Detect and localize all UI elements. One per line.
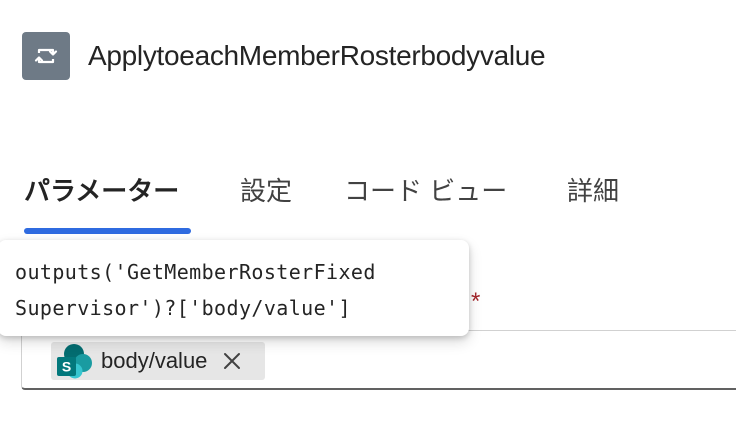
sharepoint-icon: S [55, 342, 93, 380]
tab-list: パラメーター 設定 コード ビュー 詳細 [0, 168, 736, 236]
tab-details[interactable]: 詳細 [567, 168, 619, 214]
tab-settings[interactable]: 設定 [240, 168, 292, 214]
tooltip-line: outputs('GetMemberRosterFixed [15, 260, 376, 284]
token-expression-tooltip: outputs('GetMemberRosterFixed Supervisor… [0, 240, 469, 336]
action-detail-panel: ApplytoeachMemberRosterbodyvalue パラメーター … [0, 0, 736, 436]
active-tab-indicator [24, 228, 191, 234]
action-title[interactable]: ApplytoeachMemberRosterbodyvalue [88, 38, 546, 74]
close-icon[interactable] [221, 350, 243, 372]
loop-icon [22, 32, 70, 80]
tab-parameters[interactable]: パラメーター [24, 168, 179, 214]
required-marker: * [471, 288, 481, 315]
items-input-field[interactable]: S body/value [21, 330, 736, 390]
tooltip-line: Supervisor')?['body/value'] [15, 296, 351, 320]
dynamic-content-token[interactable]: S body/value [51, 342, 265, 380]
tab-code-view[interactable]: コード ビュー [344, 168, 507, 214]
svg-text:S: S [62, 359, 71, 375]
token-label: body/value [101, 348, 208, 373]
